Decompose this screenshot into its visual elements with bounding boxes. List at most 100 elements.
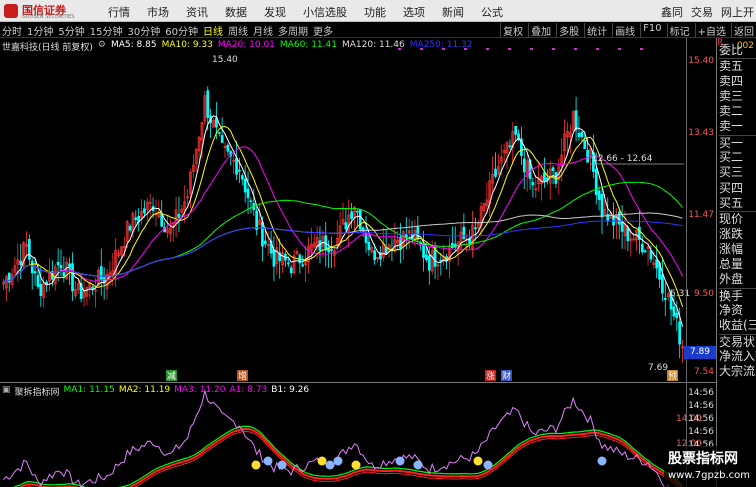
menu-item[interactable]: 数据 xyxy=(225,4,247,19)
event-badge-label: 财 xyxy=(502,370,511,382)
quote-field: 外盘 xyxy=(719,272,744,287)
indicator-canvas[interactable]: 14.0012.00 xyxy=(0,383,716,487)
period-tab[interactable]: 5分钟 xyxy=(58,23,84,38)
watermark-url: www.7gpzb.com xyxy=(668,470,750,481)
candle-body xyxy=(358,209,362,230)
candle-body xyxy=(33,271,37,274)
candle-body xyxy=(68,263,71,268)
menu-item[interactable]: 小信选股 xyxy=(303,4,347,19)
signal-smiley-icon xyxy=(597,456,607,466)
right-menu-item[interactable]: 交易 xyxy=(691,4,713,20)
candle-body xyxy=(30,260,34,274)
settings-gear-icon[interactable]: ⚙ xyxy=(98,40,106,53)
period-tab[interactable]: 周线 xyxy=(228,23,248,38)
signal-smiley-icon xyxy=(473,456,483,466)
signal-smiley-icon xyxy=(263,456,273,466)
low-annotation: 7.69 xyxy=(648,363,668,373)
quote-field: 卖三 xyxy=(719,88,744,103)
period-tab[interactable]: 分时 xyxy=(2,23,22,38)
candle-body xyxy=(543,172,546,182)
period-toolbar: 分时 1分钟 5分钟 15分钟 30分钟 60分钟 日线 周线 月线 多周期 更多 复权 叠加 多股 统计… xyxy=(0,22,756,38)
ma250-line xyxy=(3,220,683,284)
period-tab[interactable]: 月线 xyxy=(253,23,273,38)
menu-item[interactable]: 市场 xyxy=(147,4,169,19)
tool-button[interactable]: +自选 xyxy=(694,23,728,38)
menu-item[interactable]: 选项 xyxy=(403,4,425,19)
candle-body xyxy=(373,250,377,261)
indicator-value: A1: 8.73 xyxy=(229,385,268,395)
candle-body xyxy=(160,213,164,227)
candle-body xyxy=(583,140,587,149)
period-tab[interactable]: 更多 xyxy=(313,23,333,38)
signal-smiley-icon xyxy=(333,456,343,466)
right-menu-item[interactable]: 鑫同 xyxy=(661,4,683,20)
stock-name[interactable]: 世嘉科技(日线 前复权) xyxy=(2,40,93,53)
event-marker xyxy=(552,48,555,50)
period-tab[interactable]: 多周期 xyxy=(278,23,308,38)
event-marker xyxy=(596,48,599,50)
candle-body xyxy=(318,240,322,251)
signal-smiley-icon xyxy=(251,460,261,470)
menu-item[interactable]: 公式 xyxy=(481,4,503,19)
quote-field: 卖一 xyxy=(719,119,744,134)
right-menu-item[interactable]: 网上开 xyxy=(721,4,754,20)
tool-button[interactable]: 画线 xyxy=(612,23,637,38)
candle-body xyxy=(356,210,359,213)
candle-body xyxy=(143,208,146,214)
candle-body xyxy=(425,254,428,261)
candle-body xyxy=(514,126,518,135)
candle-body xyxy=(249,200,253,203)
ma-legend-item: MA60: 11.41 xyxy=(279,40,337,50)
candle-body xyxy=(678,321,682,345)
period-tab[interactable]: 1分钟 xyxy=(27,23,53,38)
menu-item[interactable]: 行情 xyxy=(108,4,130,19)
tool-button[interactable]: 统计 xyxy=(584,23,609,38)
menu-item[interactable]: 功能 xyxy=(364,4,386,19)
event-marker xyxy=(574,48,577,50)
tool-button[interactable]: 返回 xyxy=(731,23,756,38)
candle-body xyxy=(62,272,66,277)
candle-body xyxy=(594,168,598,196)
menu-item[interactable]: 新闻 xyxy=(442,4,464,19)
candle-body xyxy=(462,226,466,239)
menu-item[interactable]: 发现 xyxy=(264,4,286,19)
candle-body xyxy=(246,188,250,199)
price-axis: 15.40 13.43 11.47 9.50 7.54 xyxy=(686,38,716,382)
price-axis-label: 11.47 xyxy=(688,210,714,220)
candle-body xyxy=(416,226,420,240)
quote-field: 买三 xyxy=(719,165,744,180)
event-badge-label: 减 xyxy=(167,370,176,382)
indicator-panel[interactable]: 14.00 12.00 ▣ 聚拆指标网 MA1: 11.15 MA2: 11.19 M… xyxy=(0,382,716,487)
candle-body xyxy=(39,283,43,296)
candle-body xyxy=(344,222,348,229)
period-tab[interactable]: 15分钟 xyxy=(90,23,123,38)
indicator-axis-label: 14:56 xyxy=(688,401,714,411)
event-badge-label: 预 xyxy=(668,371,677,382)
candle-body xyxy=(226,144,230,152)
mid-annotation: 12.66 - 12.64 xyxy=(592,154,653,164)
tool-button[interactable]: 多股 xyxy=(556,23,581,38)
indicator-legend: ▣ 聚拆指标网 MA1: 11.15 MA2: 11.19 MA3: 11.20 A1… xyxy=(2,385,313,398)
watermark: 股票指标网 www.7gpzb.com xyxy=(664,446,756,487)
tool-button[interactable]: 复权 xyxy=(500,23,525,38)
menu-item[interactable]: 资讯 xyxy=(186,4,208,19)
period-tab[interactable]: 60分钟 xyxy=(165,23,198,38)
candle-body xyxy=(71,263,74,292)
quote-field: 涨幅 xyxy=(719,241,744,256)
kline-chart[interactable]: 15.40 12.66 - 12.64 7.69 6.31 减增涨财预 世嘉科技(日线 … xyxy=(0,38,716,382)
ma-legend-item: MA120: 11.46 xyxy=(341,40,405,50)
tool-button[interactable]: 叠加 xyxy=(528,23,553,38)
candle-body xyxy=(577,133,581,137)
kline-canvas[interactable]: 15.4012.66 - 12.647.696.31减增涨财预 xyxy=(0,38,716,382)
candle-body xyxy=(474,227,477,230)
period-tab[interactable]: 日线 xyxy=(203,23,223,38)
candle-body xyxy=(517,133,520,139)
quote-field: 卖五 xyxy=(719,58,756,73)
tool-button[interactable]: F10 xyxy=(640,23,663,38)
period-tab[interactable]: 30分钟 xyxy=(127,23,160,38)
ma-legend-item: MA10: 9.33 xyxy=(161,40,213,50)
tool-button[interactable]: 标记 xyxy=(666,23,692,38)
indicator-name[interactable]: 聚拆指标网 xyxy=(15,385,60,398)
candle-body xyxy=(243,178,247,193)
candle-body xyxy=(643,250,647,253)
